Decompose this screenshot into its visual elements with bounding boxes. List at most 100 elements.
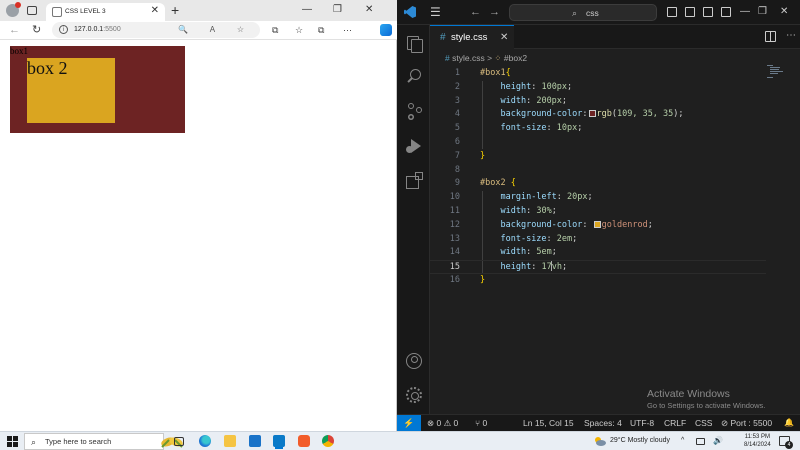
code-line[interactable]: 14 width: 5em; — [430, 246, 766, 260]
mail-icon[interactable] — [249, 435, 261, 447]
notification-count-badge: 4 — [785, 441, 793, 449]
vscode-close-button[interactable]: ✕ — [780, 4, 788, 20]
weather-text[interactable]: 29°C Mostly cloudy — [610, 435, 670, 447]
code-editor[interactable]: 1 #box1{ 2 height: 100px; 3 width: 200px;… — [430, 62, 800, 392]
minimize-button[interactable]: — — [302, 2, 312, 18]
split-screen-icon[interactable]: ⧉ — [272, 24, 278, 36]
restore-button[interactable]: ❐ — [333, 2, 342, 18]
toggle-secondary-sidebar-icon[interactable] — [703, 7, 713, 17]
close-window-button[interactable]: ✕ — [365, 2, 373, 18]
toggle-panel-icon[interactable] — [685, 7, 695, 17]
chrome-browser-icon[interactable] — [322, 435, 334, 447]
search-view-icon[interactable] — [406, 69, 422, 85]
network-icon[interactable] — [696, 438, 705, 445]
language-mode[interactable]: CSS — [695, 415, 712, 431]
close-tab-icon[interactable]: ✕ — [500, 31, 508, 44]
code-line[interactable]: 10 margin-left: 20px; — [430, 191, 766, 205]
notification-center-icon[interactable]: 4 — [779, 436, 793, 449]
tab-style-css[interactable]: # style.css ✕ — [430, 25, 514, 49]
close-tab-icon[interactable]: ✕ — [151, 5, 159, 17]
command-center-text: css — [586, 8, 599, 18]
code-line[interactable]: 16} — [430, 274, 766, 288]
back-arrow-icon[interactable]: ← — [9, 22, 20, 38]
brave-browser-icon[interactable] — [298, 435, 310, 447]
taskbar-search-placeholder: Type here to search — [45, 437, 112, 446]
problems-indicator[interactable]: ⊗ 0 ⚠ 0 — [427, 415, 458, 431]
split-editor-icon[interactable] — [765, 31, 776, 42]
ports-indicator[interactable]: ⑂ 0 — [475, 415, 487, 431]
minimap-line — [770, 69, 779, 70]
box2-element: box 2 — [27, 58, 115, 123]
vscode-restore-button[interactable]: ❐ — [758, 4, 767, 20]
minimap[interactable] — [767, 65, 783, 79]
favorites-icon[interactable]: ☆ — [295, 24, 303, 36]
vscode-logo-icon — [404, 6, 416, 18]
eol-setting[interactable]: CRLF — [664, 415, 686, 431]
code-line[interactable]: 13 font-size: 2em; — [430, 233, 766, 247]
code-line[interactable]: 1 #box1{ — [430, 67, 766, 81]
command-center-search[interactable]: ⌕ css — [509, 4, 657, 21]
address-bar-icons[interactable]: 🔍 A ☆ — [178, 24, 254, 36]
code-line[interactable]: 7} — [430, 150, 766, 164]
windows-start-icon[interactable] — [7, 436, 18, 447]
extensions-icon[interactable] — [406, 172, 423, 189]
windows-taskbar: ⌕ Type here to search 29°C Mostly cloudy… — [0, 431, 800, 450]
code-line[interactable]: 5 font-size: 10px; — [430, 122, 766, 136]
taskbar-clock[interactable]: 11:53 PM 8/14/2024 — [744, 433, 771, 449]
menu-icon[interactable]: ☰ — [430, 5, 441, 19]
nav-forward-icon[interactable]: → — [489, 5, 500, 19]
live-server-port[interactable]: ⊘ Port : 5500 — [721, 415, 772, 431]
cursor-position[interactable]: Ln 15, Col 15 — [523, 415, 574, 431]
copilot-icon[interactable] — [380, 24, 392, 36]
taskbar-search-box[interactable]: ⌕ Type here to search — [24, 433, 183, 450]
editor-tab-bar: # style.css ✕ ⋯ — [430, 25, 800, 49]
vscode-taskbar-icon[interactable] — [273, 435, 285, 447]
nav-back-icon[interactable]: ← — [470, 5, 481, 19]
browser-tab-active[interactable]: CSS LEVEL 3 ✕ — [46, 3, 165, 21]
browser-tab-bar: CSS LEVEL 3 ✕ + — ❐ ✕ — [0, 0, 397, 21]
remote-indicator-icon[interactable]: ⚡ — [397, 415, 421, 431]
css-file-icon: # — [440, 32, 446, 43]
collections-icon[interactable]: ⧉ — [318, 24, 324, 36]
color-swatch-icon[interactable] — [593, 220, 601, 228]
address-bar[interactable]: i 127.0.0.1:5500 🔍 A ☆ — [52, 22, 260, 38]
code-line[interactable]: 6 — [430, 136, 766, 150]
more-actions-icon[interactable]: ⋯ — [786, 29, 796, 43]
code-line[interactable]: 2 height: 100px; — [430, 81, 766, 95]
code-line[interactable]: 4 background-color: rgb(109, 35, 35); — [430, 108, 766, 122]
color-swatch-icon[interactable] — [588, 110, 596, 118]
manage-gear-icon[interactable] — [406, 387, 422, 403]
settings-more-icon[interactable]: ⋯ — [343, 24, 352, 36]
code-line[interactable]: 11 width: 30%; — [430, 205, 766, 219]
tray-overflow-icon[interactable]: ^ — [681, 435, 684, 447]
minimap-line — [770, 67, 780, 68]
box1-element: box1 box 2 — [10, 46, 185, 133]
box2-label: box 2 — [27, 58, 68, 78]
search-icon: ⌕ — [31, 437, 37, 447]
address-url[interactable]: 127.0.0.1:5500 — [74, 24, 121, 36]
code-line[interactable]: 12 background-color: goldenrod; — [430, 219, 766, 233]
refresh-icon[interactable]: ↻ — [32, 22, 41, 38]
indentation-setting[interactable]: Spaces: 4 — [584, 415, 622, 431]
accounts-icon[interactable] — [406, 353, 422, 369]
code-line[interactable]: 3 width: 200px; — [430, 95, 766, 109]
task-view-icon[interactable] — [174, 437, 184, 446]
toggle-primary-sidebar-icon[interactable] — [667, 7, 677, 17]
encoding-setting[interactable]: UTF-8 — [630, 415, 654, 431]
source-control-icon[interactable] — [406, 103, 422, 119]
volume-icon[interactable]: 🔊 — [713, 435, 723, 447]
site-info-icon[interactable]: i — [59, 25, 68, 34]
code-line[interactable]: 9 #box2 { — [430, 177, 766, 191]
profile-avatar-icon[interactable] — [6, 2, 21, 17]
file-explorer-icon[interactable] — [224, 435, 236, 447]
edge-browser-icon[interactable] — [199, 435, 211, 447]
tab-actions-icon[interactable] — [27, 6, 37, 15]
explorer-icon[interactable] — [406, 35, 423, 53]
new-tab-button[interactable]: + — [171, 1, 179, 19]
run-debug-icon[interactable] — [406, 138, 422, 154]
customize-layout-icon[interactable] — [721, 7, 731, 17]
vscode-minimize-button[interactable]: — — [740, 4, 750, 20]
code-line-current[interactable]: 15 height: 17vh; — [430, 260, 766, 274]
notifications-bell-icon[interactable]: 🔔 — [784, 415, 794, 431]
code-line[interactable]: 8 — [430, 164, 766, 178]
